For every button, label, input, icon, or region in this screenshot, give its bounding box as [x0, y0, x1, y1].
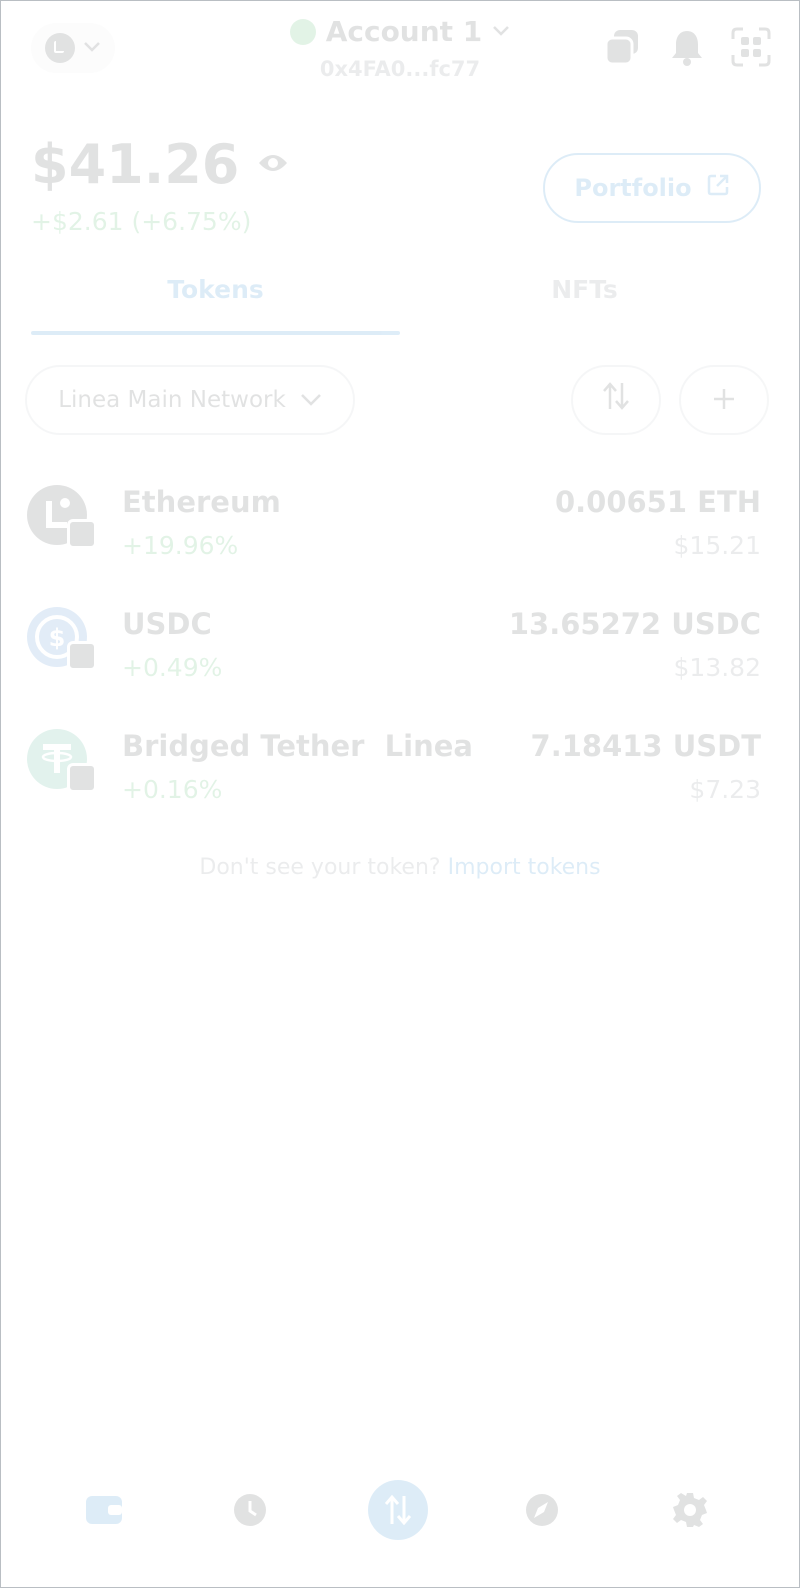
token-row-tether[interactable]: Bridged Tether Linea +0.16% 7.18413 USDT…	[27, 725, 761, 815]
balance-amount: $41.26	[31, 133, 240, 196]
chevron-down-icon	[492, 21, 510, 42]
header-actions	[603, 27, 771, 67]
token-row-ethereum[interactable]: Ethereum +19.96% 0.00651 ETH $15.21	[27, 481, 761, 571]
tab-nfts[interactable]: NFTs	[400, 269, 769, 335]
token-change: +19.96%	[122, 531, 239, 560]
balance-change: +$2.61 (+6.75%)	[31, 207, 252, 236]
asset-tabs: Tokens NFTs	[31, 269, 769, 335]
balance-section: $41.26	[31, 133, 289, 196]
scan-icon[interactable]	[731, 27, 771, 67]
token-amount: 0.00651 ETH	[554, 485, 761, 519]
clock-icon[interactable]	[217, 1477, 283, 1543]
import-tokens-prompt: Don't see your token? Import tokens	[1, 855, 799, 880]
external-link-icon	[706, 173, 730, 203]
portfolio-label: Portfolio	[574, 174, 692, 202]
bell-icon[interactable]	[667, 27, 707, 67]
token-value: $15.21	[673, 531, 761, 560]
wallet-screen: Account 1 0x4FA0...fc77 $41.26 +$2.61 (+…	[1, 1, 799, 1587]
token-name: Ethereum	[122, 485, 281, 519]
svg-text:$: $	[49, 624, 66, 652]
portfolio-button[interactable]: Portfolio	[543, 153, 761, 223]
import-prompt-text: Don't see your token?	[199, 855, 441, 880]
network-badge-icon	[67, 519, 97, 549]
bottom-nav	[1, 1477, 799, 1543]
explore-icon[interactable]	[509, 1477, 575, 1543]
account-name: Account 1	[325, 15, 483, 48]
copy-icon[interactable]	[603, 27, 643, 67]
network-badge-icon	[67, 641, 97, 671]
settings-icon[interactable]	[657, 1477, 723, 1543]
chevron-down-icon	[300, 387, 322, 413]
token-name: Bridged Tether Linea	[122, 729, 473, 763]
add-token-button[interactable]	[679, 365, 769, 435]
plus-icon	[712, 381, 736, 419]
sort-button[interactable]	[571, 365, 661, 435]
token-value: $13.82	[673, 653, 761, 682]
account-avatar	[289, 18, 316, 45]
swap-icon[interactable]	[368, 1480, 428, 1540]
network-filter-button[interactable]: Linea Main Network	[25, 365, 355, 435]
token-value: $7.23	[689, 775, 761, 804]
network-filter-label: Linea Main Network	[58, 387, 286, 413]
tab-tokens[interactable]: Tokens	[31, 269, 400, 335]
app-frame: Account 1 0x4FA0...fc77 $41.26 +$2.61 (+…	[0, 0, 800, 1588]
token-change: +0.49%	[122, 653, 223, 682]
token-row-usdc[interactable]: $ USDC +0.49% 13.65272 USDC $13.82	[27, 603, 761, 693]
wallet-icon[interactable]	[71, 1477, 137, 1543]
sort-arrows-icon	[602, 381, 630, 419]
network-badge-icon	[67, 763, 97, 793]
token-amount: 13.65272 USDC	[508, 607, 761, 641]
token-amount: 7.18413 USDT	[530, 729, 761, 763]
token-change: +0.16%	[122, 775, 223, 804]
eye-icon[interactable]	[257, 151, 289, 179]
token-name: USDC	[122, 607, 212, 641]
import-tokens-link[interactable]: Import tokens	[448, 855, 601, 880]
